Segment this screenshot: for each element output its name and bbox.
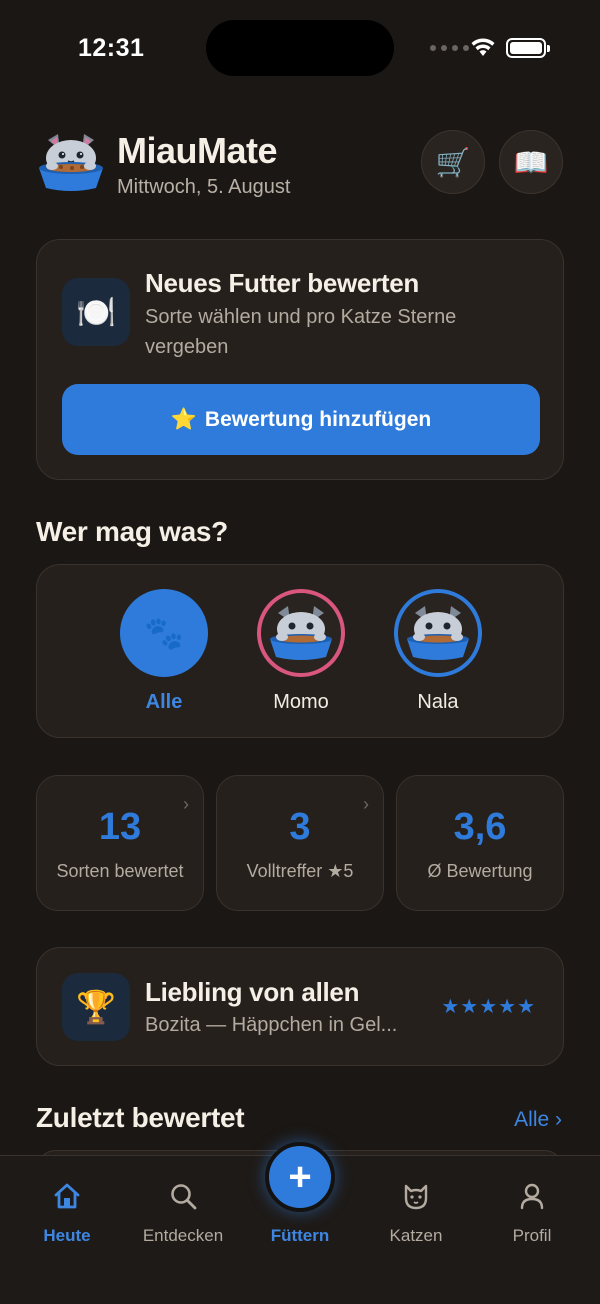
tab-cats[interactable]: Katzen <box>366 1178 466 1246</box>
momo-avatar <box>257 589 345 677</box>
home-icon <box>17 1178 117 1214</box>
book-icon: 📖 <box>513 146 549 178</box>
rate-new-food-card: 🍽️ Neues Futter bewerten Sorte wählen un… <box>36 239 564 480</box>
status-bar: 12:31 <box>0 0 600 100</box>
rate-card-title: Neues Futter bewerten <box>145 268 419 298</box>
favorite-of-all-card[interactable]: 🏆 Liebling von allen Bozita — Häppchen i… <box>36 947 564 1066</box>
stat-value: 3,6 <box>453 806 507 848</box>
search-icon <box>133 1178 233 1214</box>
add-rating-label: Bewertung hinzufügen <box>204 407 432 431</box>
cat-bowl-icon <box>270 606 332 660</box>
shopping-cart-button[interactable]: 🛒 <box>421 130 485 194</box>
stat-value: 13 <box>98 806 142 848</box>
shopping-cart-icon: 🛒 <box>435 146 471 178</box>
nala-avatar <box>394 589 482 677</box>
tab-today[interactable]: Heute <box>17 1178 117 1246</box>
cat-filter-momo[interactable]: Momo <box>256 589 346 714</box>
feed-fab-button[interactable]: + <box>265 1142 335 1212</box>
stat-average-rating: 3,6 Ø Bewertung <box>396 775 564 911</box>
stat-top-hits[interactable]: › 3 Volltreffer ★5 <box>216 775 384 911</box>
rate-card-subtitle: Sorte wählen und pro Katze Sterne vergeb… <box>145 306 457 358</box>
cat-filter-card: 🐾 Alle Momo Nala <box>36 564 564 738</box>
tab-feed-label[interactable]: Füttern <box>250 1226 350 1246</box>
cat-filter-label: Nala <box>417 691 459 713</box>
cat-bowl-icon <box>407 606 469 660</box>
app-title: MiauMate <box>117 130 278 171</box>
recent-section-title: Zuletzt bewertet <box>36 1102 245 1133</box>
stat-label: Sorten bewertet <box>56 861 184 881</box>
cellular-signal-icon <box>430 45 469 51</box>
status-time: 12:31 <box>78 34 145 62</box>
star-icon: ⭐ <box>170 407 197 431</box>
current-date: Mittwoch, 5. August <box>117 176 291 198</box>
stat-varieties-rated[interactable]: › 13 Sorten bewertet <box>36 775 204 911</box>
plus-icon: + <box>288 1154 312 1199</box>
wifi-icon <box>471 38 495 56</box>
cats-section-title: Wer mag was? <box>36 516 228 547</box>
tab-discover[interactable]: Entdecken <box>133 1178 233 1246</box>
favorite-title: Liebling von allen <box>145 977 360 1007</box>
add-rating-button[interactable]: ⭐ Bewertung hinzufügen <box>62 384 540 455</box>
guide-book-button[interactable]: 📖 <box>499 130 563 194</box>
favorite-food-name: Bozita — Häppchen in Gel... <box>145 1014 398 1036</box>
chevron-right-icon: › <box>363 794 369 814</box>
cat-filter-nala[interactable]: Nala <box>393 589 483 714</box>
cat-filter-label: Alle <box>145 691 183 713</box>
stat-value: 3 <box>289 806 311 848</box>
tab-label: Entdecken <box>142 1226 224 1245</box>
cat-filter-label: Momo <box>273 691 329 713</box>
star-rating: ★★★★★ <box>441 996 536 1018</box>
stat-label: Volltreffer ★5 <box>246 861 354 881</box>
see-all-link[interactable]: Alle › <box>514 1108 562 1132</box>
paw-icon: 🐾 <box>120 589 208 677</box>
tab-label: Heute <box>43 1226 91 1245</box>
stat-label: Ø Bewertung <box>427 861 533 881</box>
trophy-icon: 🏆 <box>62 973 130 1041</box>
tab-label: Profil <box>512 1226 552 1245</box>
tab-profile[interactable]: Profil <box>482 1178 582 1246</box>
dynamic-island <box>206 20 394 76</box>
chevron-right-icon: › <box>183 794 189 814</box>
plate-cutlery-icon: 🍽️ <box>62 278 130 346</box>
cat-icon <box>366 1178 466 1214</box>
cat-filter-all[interactable]: 🐾 Alle <box>119 589 209 714</box>
app-logo-cat-icon <box>39 134 103 191</box>
screen: 12:31 MiauMate Mittwoch, 5. August 🛒 📖 🍽… <box>0 0 600 1304</box>
battery-icon <box>506 38 550 58</box>
person-icon <box>482 1178 582 1214</box>
tab-label: Katzen <box>389 1226 443 1245</box>
